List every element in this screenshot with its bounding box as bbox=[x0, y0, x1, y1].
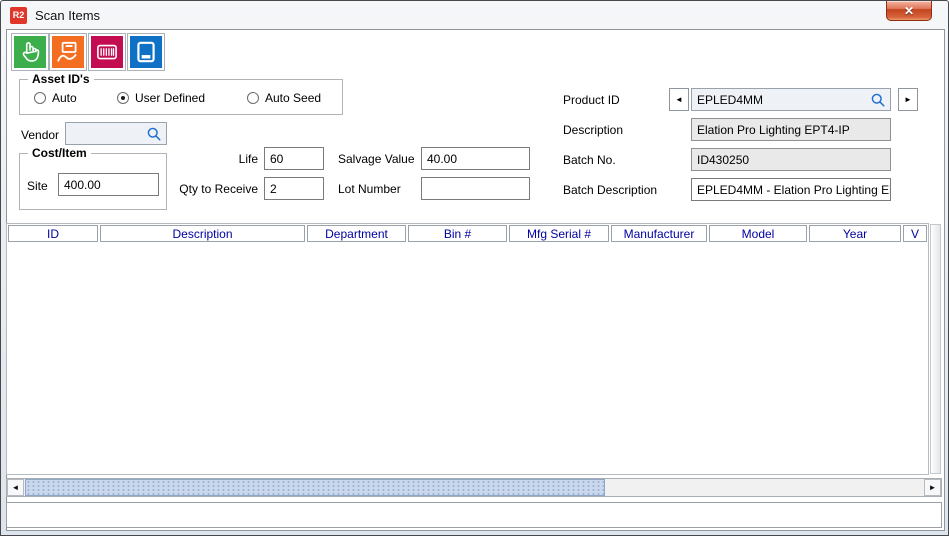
description-value: Elation Pro Lighting EPT4-IP bbox=[697, 123, 850, 137]
scroll-left-button[interactable]: ◄ bbox=[7, 479, 24, 496]
description-field: Elation Pro Lighting EPT4-IP bbox=[691, 118, 891, 141]
horizontal-scrollbar[interactable]: ◄ ► bbox=[6, 478, 942, 497]
radio-circle-icon bbox=[117, 92, 129, 104]
radio-circle-icon bbox=[34, 92, 46, 104]
vendor-input[interactable] bbox=[65, 122, 167, 145]
radio-auto-label: Auto bbox=[52, 91, 77, 105]
column-header-bin-[interactable]: Bin # bbox=[408, 225, 507, 242]
life-input[interactable]: 60 bbox=[264, 147, 324, 170]
batch-description-value: EPLED4MM - Elation Pro Lighting El bbox=[697, 183, 891, 197]
window-title: Scan Items bbox=[35, 8, 100, 23]
grid-header: IDDescriptionDepartmentBin #Mfg Serial #… bbox=[7, 224, 928, 243]
lot-number-input[interactable] bbox=[421, 177, 530, 200]
batch-no-label: Batch No. bbox=[563, 153, 616, 167]
column-header-description[interactable]: Description bbox=[100, 225, 305, 242]
hand-pointer-icon bbox=[14, 36, 46, 68]
radio-user-defined-label: User Defined bbox=[135, 91, 205, 105]
batch-no-field: ID430250 bbox=[691, 148, 891, 171]
chevron-left-icon: ◄ bbox=[675, 95, 683, 104]
qty-to-receive-value: 2 bbox=[270, 182, 277, 196]
life-label: Life bbox=[158, 152, 258, 166]
items-grid: IDDescriptionDepartmentBin #Mfg Serial #… bbox=[6, 223, 929, 475]
batch-description-input[interactable]: EPLED4MM - Elation Pro Lighting El bbox=[691, 178, 891, 201]
scan-items-window: R2 Scan Items ✕ bbox=[0, 0, 949, 536]
product-id-value: EPLED4MM bbox=[697, 93, 763, 107]
salvage-value-value: 40.00 bbox=[427, 152, 457, 166]
scroll-right-button[interactable]: ► bbox=[924, 479, 941, 496]
horizontal-scrollbar-thumb[interactable] bbox=[25, 479, 605, 496]
batch-description-label: Batch Description bbox=[563, 183, 657, 197]
status-box bbox=[6, 502, 942, 528]
cost-item-legend: Cost/Item bbox=[28, 146, 91, 160]
column-header-department[interactable]: Department bbox=[307, 225, 406, 242]
batch-no-value: ID430250 bbox=[697, 153, 749, 167]
arrow-left-icon: ◄ bbox=[12, 483, 20, 492]
close-icon: ✕ bbox=[904, 5, 914, 17]
receive-items-button[interactable] bbox=[49, 33, 87, 71]
next-product-button[interactable]: ► bbox=[898, 88, 918, 111]
barcode-icon bbox=[91, 36, 123, 68]
product-id-label: Product ID bbox=[563, 93, 620, 107]
site-label: Site bbox=[27, 179, 48, 193]
product-id-input[interactable]: EPLED4MM bbox=[691, 88, 891, 111]
search-icon[interactable] bbox=[869, 91, 887, 109]
lot-number-label: Lot Number bbox=[338, 182, 401, 196]
radio-circle-icon bbox=[247, 92, 259, 104]
close-button[interactable]: ✕ bbox=[886, 1, 932, 21]
qty-to-receive-label: Qty to Receive bbox=[158, 182, 258, 196]
life-value: 60 bbox=[270, 152, 283, 166]
arrow-right-icon: ► bbox=[929, 483, 937, 492]
column-header-manufacturer[interactable]: Manufacturer bbox=[611, 225, 707, 242]
asset-ids-legend: Asset ID's bbox=[28, 72, 94, 86]
r2-app-icon: R2 bbox=[10, 7, 27, 24]
select-tool-button[interactable] bbox=[11, 33, 49, 71]
book-icon bbox=[130, 36, 162, 68]
column-header-year[interactable]: Year bbox=[809, 225, 901, 242]
site-value: 400.00 bbox=[64, 178, 101, 192]
description-label: Description bbox=[563, 123, 623, 137]
salvage-value-label: Salvage Value bbox=[338, 152, 415, 166]
column-header-id[interactable]: ID bbox=[8, 225, 98, 242]
barcode-button[interactable] bbox=[88, 33, 126, 71]
grid-body[interactable] bbox=[7, 245, 928, 474]
qty-to-receive-input[interactable]: 2 bbox=[264, 177, 324, 200]
radio-user-defined[interactable]: User Defined bbox=[117, 91, 205, 105]
title-bar[interactable]: R2 Scan Items ✕ bbox=[1, 1, 948, 29]
vertical-scrollbar[interactable] bbox=[930, 224, 941, 474]
asset-ids-group: Asset ID's Auto User Defined Auto Seed bbox=[19, 79, 343, 115]
radio-auto-seed-label: Auto Seed bbox=[265, 91, 321, 105]
column-header-model[interactable]: Model bbox=[709, 225, 807, 242]
column-header-v[interactable]: V bbox=[903, 225, 927, 242]
search-icon[interactable] bbox=[145, 125, 163, 143]
radio-auto[interactable]: Auto bbox=[34, 91, 77, 105]
chevron-right-icon: ► bbox=[904, 95, 912, 104]
site-input[interactable]: 400.00 bbox=[58, 173, 159, 196]
column-header-mfg-serial-[interactable]: Mfg Serial # bbox=[509, 225, 609, 242]
vendor-label: Vendor bbox=[21, 128, 59, 142]
catalog-button[interactable] bbox=[127, 33, 165, 71]
previous-product-button[interactable]: ◄ bbox=[669, 88, 689, 111]
radio-auto-seed[interactable]: Auto Seed bbox=[247, 91, 321, 105]
receive-package-icon bbox=[52, 36, 84, 68]
salvage-value-input[interactable]: 40.00 bbox=[421, 147, 530, 170]
